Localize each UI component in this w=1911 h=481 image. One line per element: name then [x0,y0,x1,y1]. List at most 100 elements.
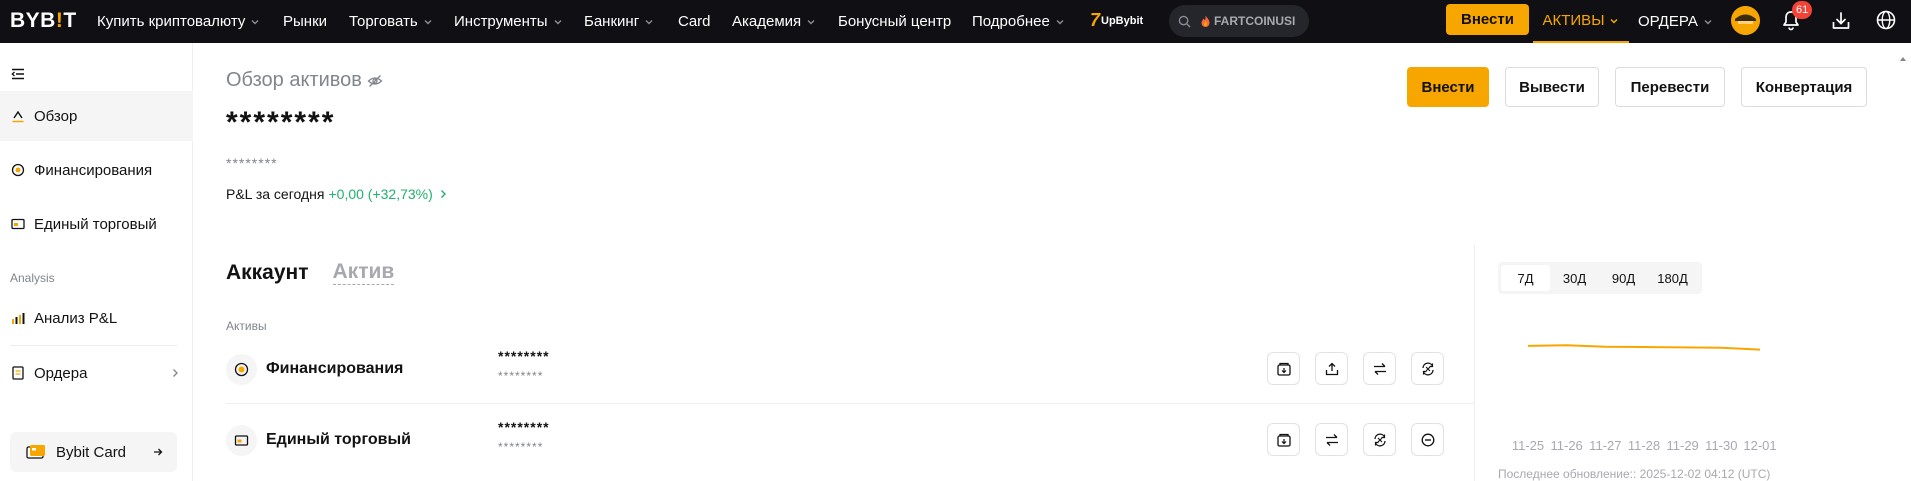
bybit-logo[interactable]: BYB! T [10,9,77,33]
nav-card[interactable]: Card [678,0,711,43]
chart-x-tick-label: 11-25 [1511,438,1545,453]
deposit-icon [1276,433,1291,447]
range-tab-7d[interactable]: 7Д [1501,265,1550,291]
collapse-sidebar-icon[interactable] [11,67,25,81]
upbybit-logo[interactable]: 7 UpBybit [1090,10,1143,31]
row-more-button[interactable] [1411,423,1444,456]
bybit-card-button[interactable]: Bybit Card [10,432,177,472]
nav-orders-label: ОРДЕРА [1638,13,1698,30]
nav-buy-crypto-label: Купить криптовалюту [97,13,246,30]
range-tab-90d[interactable]: 90Д [1599,265,1648,291]
pnl-today-link[interactable]: P&L за сегодня +0,00 (+32,73%) [226,186,447,202]
nav-markets[interactable]: Рынки [283,0,327,43]
nav-academy-label: Академия [732,13,802,30]
avatar[interactable] [1731,6,1760,35]
convert-button[interactable]: Конвертация [1741,67,1867,107]
total-balance: ******** [226,106,336,139]
search-input[interactable]: FARTCOINUSI [1169,5,1309,37]
nav-trade[interactable]: Торговать [349,0,433,43]
account-amount: ******** [498,419,550,435]
row-deposit-button[interactable] [1267,352,1300,385]
convert-icon [1373,433,1386,446]
row-convert-button[interactable] [1411,352,1444,385]
credit-card-icon [26,445,45,459]
row-withdraw-button[interactable] [1315,352,1348,385]
pnl-value: +0,00 (+32,73%) [328,186,433,202]
eye-hidden-icon[interactable] [367,73,383,89]
nav-card-label: Card [678,13,711,30]
chart-x-tick-label: 11-27 [1589,438,1622,453]
account-row-unified-trading[interactable]: Единый торговый ******** ******** [226,405,1474,475]
panel-divider [1474,245,1475,481]
total-balance-fiat: ******** [226,155,278,171]
tab-account[interactable]: Аккаунт [226,261,309,285]
nav-bonus-center-label: Бонусный центр [838,13,952,30]
chart-series-line [1527,344,1761,351]
unified-trading-icon [226,425,257,456]
transfer-icon [1373,362,1386,375]
sidebar-item-label: Анализ P&L [34,309,118,327]
chevron-down-icon [554,19,562,24]
nav-orders[interactable]: ОРДЕРА [1638,0,1713,43]
nav-banking-label: Банкинг [584,13,640,30]
account-amount-fiat: ******** [498,440,544,454]
nav-more-label: Подробнее [972,13,1050,30]
nav-bonus-center[interactable]: Бонусный центр [838,0,951,43]
chart-range-tabs: 7Д 30Д 90Д 180Д [1498,262,1702,294]
chevron-down-icon [1610,18,1619,24]
chevron-down-icon [807,19,815,24]
sidebar: Обзор Финансирования Единый торговый Ana… [0,43,193,481]
nav-buy-crypto[interactable]: Купить криптовалюту [97,0,260,43]
pnl-label: P&L за сегодня [226,186,325,202]
chevron-down-icon [1704,19,1712,24]
row-deposit-button[interactable] [1267,423,1300,456]
sidebar-item-pnl-analysis[interactable]: Анализ P&L [0,293,193,343]
download-icon[interactable] [1830,10,1852,32]
scrollbar[interactable] [1899,55,1907,481]
range-tab-180d[interactable]: 180Д [1648,265,1697,291]
logo-text-dot: ! [55,9,64,32]
logo-text-left: BYB [10,9,56,32]
row-convert-button[interactable] [1363,423,1396,456]
sidebar-item-label: Единый торговый [34,215,157,233]
page-title-text: Обзор активов [226,69,362,91]
globe-icon[interactable] [1875,9,1897,31]
nav-tools-label: Инструменты [454,13,548,30]
nav-tools[interactable]: Инструменты [454,0,563,43]
orders-icon [12,366,24,380]
sidebar-item-unified-trading[interactable]: Единый торговый [0,199,193,249]
tab-asset[interactable]: Актив [332,260,395,285]
sidebar-item-funding[interactable]: Финансирования [0,145,193,195]
header-deposit-button[interactable]: Внести [1446,4,1529,35]
nav-academy[interactable]: Академия [732,0,816,43]
nav-more[interactable]: Подробнее [972,0,1065,43]
nav-banking[interactable]: Банкинг [584,0,654,43]
assets-section-label: Активы [226,319,267,333]
sidebar-divider [10,345,177,346]
deposit-button[interactable]: Внести [1407,67,1489,107]
transfer-icon [1325,433,1338,446]
range-tab-30d[interactable]: 30Д [1550,265,1599,291]
upbybit-label: UpBybit [1101,14,1144,27]
sidebar-item-overview[interactable]: Обзор [0,91,193,141]
transfer-button[interactable]: Перевести [1615,67,1725,107]
sidebar-item-label: Обзор [34,107,78,125]
withdraw-button[interactable]: Вывести [1505,67,1599,107]
sidebar-item-orders[interactable]: Ордера [0,348,193,398]
nav-assets[interactable]: АКТИВЫ [1533,0,1629,43]
chevron-down-icon [251,19,259,24]
nav-assets-label: АКТИВЫ [1542,12,1605,29]
arrow-right-icon [154,448,163,456]
account-amount-fiat: ******** [498,369,544,383]
chevron-down-icon [1056,19,1064,24]
logo-text-right: T [63,9,77,32]
deposit-icon [1276,362,1291,376]
row-transfer-button[interactable] [1315,423,1348,456]
page-title: Обзор активов [226,69,383,92]
funding-icon [11,163,25,177]
sidebar-item-label: Ордера [34,364,88,382]
row-transfer-button[interactable] [1363,352,1396,385]
account-row-funding[interactable]: Финансирования ******** ******** [226,334,1474,404]
funding-icon [226,354,257,385]
notification-count-badge: 61 [1792,1,1813,19]
